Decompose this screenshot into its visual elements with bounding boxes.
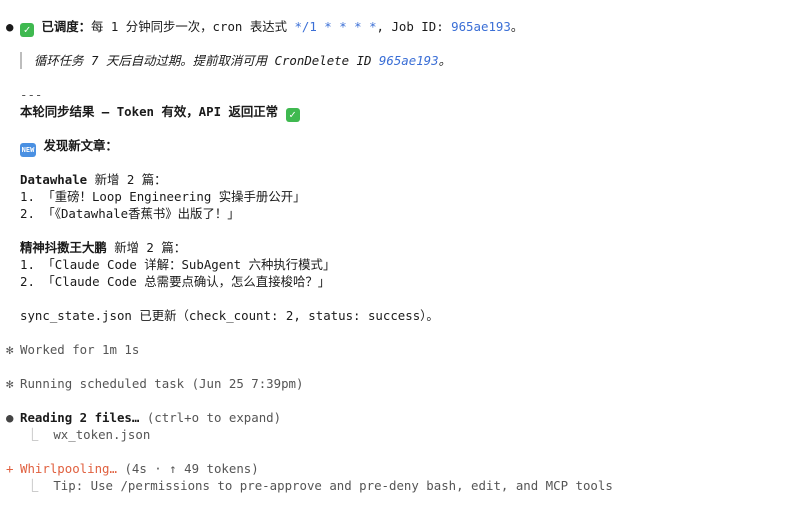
result-text: 本轮同步结果 — Token 有效，API 返回正常 (20, 104, 286, 119)
worked-line: Worked for 1m 1s (20, 342, 140, 357)
group-count: 新增 2 篇： (106, 240, 187, 255)
scheduled-title: 已调度： (41, 19, 92, 34)
group-source: 精神抖擞王大鹏 (20, 240, 107, 255)
bullet-scheduled: ● (6, 19, 14, 34)
terminal: ● ✓ 已调度：每 1 分钟同步一次，cron 表达式 */1 * * * *,… (0, 0, 808, 508)
running-line: Running scheduled task (Jun 25 7:39pm) (20, 376, 304, 391)
reading-label: Reading 2 files… (20, 410, 140, 425)
article-item: 2. 「《Datawhale香蕉书》出版了！」 (20, 206, 240, 221)
reading-file: wx_token.json (53, 427, 151, 442)
separator: --- (20, 87, 43, 102)
scheduled-line: ✓ 已调度：每 1 分钟同步一次，cron 表达式 */1 * * * *, J… (20, 18, 523, 37)
elbow-icon: ⎿ (26, 427, 39, 442)
sync-state-line: sync_state.json 已更新（check_count: 2, stat… (20, 308, 439, 323)
expiry-note: 循环任务 7 天后自动过期。提前取消可用 CronDelete ID 965ae… (34, 52, 451, 69)
new-articles-heading: NEW 发现新文章： (20, 137, 118, 157)
new-articles-label: 发现新文章： (43, 138, 118, 153)
reading-file-line: ⎿ wx_token.json (26, 426, 150, 443)
reading-line[interactable]: Reading 2 files… (ctrl+o to expand) (20, 409, 281, 426)
group-source: Datawhale (20, 172, 88, 187)
scheduled-text3: 。 (510, 19, 524, 34)
worked-marker: ✻ (6, 342, 14, 357)
article-item: 1. 「Claude Code 详解：SubAgent 六种执行模式」 (20, 257, 336, 272)
reading-hint: (ctrl+o to expand) (139, 410, 282, 425)
group-header: Datawhale 新增 2 篇： (20, 171, 167, 188)
scheduled-text2: , Job ID: (376, 19, 452, 34)
group-header: 精神抖擞王大鹏 新增 2 篇： (20, 239, 186, 256)
elbow-icon: ⎿ (26, 478, 39, 493)
running-marker: ✻ (6, 376, 14, 391)
quote-bar (20, 52, 22, 69)
cron-expression: */1 * * * * (294, 19, 377, 34)
job-id: 965ae193 (451, 19, 511, 34)
status-meta: (4s · ↑ 49 tokens) (116, 461, 259, 476)
status-label: Whirlpooling… (20, 461, 117, 476)
article-item: 1. 「重磅！Loop Engineering 实操手册公开」 (20, 189, 306, 204)
status-marker: + (6, 461, 14, 476)
note-end: 。 (438, 53, 451, 68)
new-badge-icon: NEW (20, 143, 36, 157)
note-job-id: 965ae193 (378, 53, 439, 68)
group-count: 新增 2 篇： (87, 172, 167, 187)
article-item: 2. 「Claude Code 总需要点确认，怎么直接梭哈？」 (20, 274, 331, 289)
reading-bullet: ● (6, 410, 14, 425)
check-icon: ✓ (20, 23, 34, 37)
tip-line: ⎿ Tip: Use /permissions to pre-approve a… (26, 477, 613, 494)
status-line: Whirlpooling… (4s · ↑ 49 tokens) (20, 460, 259, 477)
sync-result: 本轮同步结果 — Token 有效，API 返回正常 ✓ (20, 103, 300, 122)
note-text: 循环任务 7 天后自动过期。提前取消可用 CronDelete ID (34, 53, 379, 68)
scheduled-text1: 每 1 分钟同步一次，cron 表达式 (91, 19, 295, 34)
check-icon: ✓ (285, 108, 300, 122)
tip-text: Tip: Use /permissions to pre-approve and… (53, 478, 613, 493)
